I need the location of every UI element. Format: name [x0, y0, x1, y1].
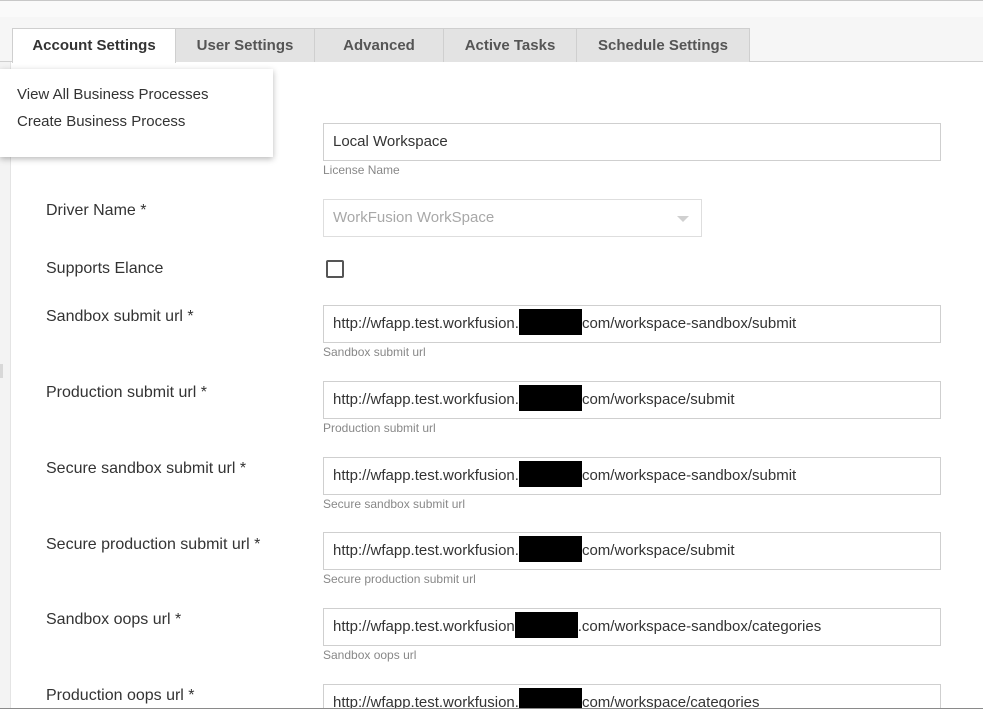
- chevron-down-icon: [677, 216, 689, 222]
- secure-sandbox-submit-url-input[interactable]: http://wfapp.test.workfusion. com/workspa…: [323, 457, 941, 495]
- top-gap: [0, 1, 983, 17]
- production-submit-url-prefix: http://wfapp.test.workfusion.: [333, 391, 519, 408]
- tab-schedule-settings[interactable]: Schedule Settings: [576, 28, 750, 62]
- license-name-input[interactable]: Local Workspace: [323, 123, 941, 161]
- tab-account-settings[interactable]: Account Settings: [12, 28, 176, 63]
- tab-active-tasks[interactable]: Active Tasks: [443, 28, 577, 62]
- secure-sandbox-submit-url-suffix: com/workspace-sandbox/submit: [581, 467, 797, 484]
- tab-advanced[interactable]: Advanced: [314, 28, 444, 62]
- driver-name-value: WorkFusion WorkSpace: [333, 209, 495, 226]
- supports-elance-label: Supports Elance: [46, 260, 164, 277]
- account-settings-form: Local Workspace License Name Driver Name…: [11, 62, 983, 708]
- redaction-block: [518, 688, 582, 708]
- production-submit-url-label: Production submit url *: [46, 384, 207, 401]
- license-name-helper: License Name: [323, 163, 400, 177]
- business-process-dropdown: View All Business Processes Create Busin…: [0, 69, 273, 157]
- secure-sandbox-submit-url-helper: Secure sandbox submit url: [323, 497, 466, 511]
- redaction-block: [518, 309, 582, 336]
- sandbox-oops-url-prefix: http://wfapp.test.workfusion: [333, 618, 515, 635]
- sandbox-submit-url-suffix: com/workspace-sandbox/submit: [581, 315, 797, 332]
- supports-elance-checkbox[interactable]: [326, 260, 344, 278]
- license-name-value: Local Workspace: [333, 133, 448, 150]
- production-oops-url-label: Production oops url *: [46, 687, 195, 704]
- redaction-block: [518, 385, 582, 412]
- tab-user-settings[interactable]: User Settings: [175, 28, 315, 62]
- sandbox-oops-url-label: Sandbox oops url *: [46, 611, 182, 628]
- production-oops-url-input[interactable]: http://wfapp.test.workfusion. com/workspa…: [323, 684, 941, 709]
- production-submit-url-input[interactable]: http://wfapp.test.workfusion. com/workspa…: [323, 381, 941, 419]
- production-oops-url-prefix: http://wfapp.test.workfusion.: [333, 694, 519, 709]
- driver-name-select[interactable]: WorkFusion WorkSpace: [323, 199, 702, 237]
- sandbox-submit-url-label: Sandbox submit url *: [46, 308, 194, 325]
- menu-item-create-business-process[interactable]: Create Business Process: [0, 108, 273, 147]
- secure-production-submit-url-helper: Secure production submit url: [323, 572, 476, 586]
- left-rail: [0, 62, 11, 708]
- secure-sandbox-submit-url-label: Secure sandbox submit url *: [46, 460, 247, 477]
- secure-production-submit-url-prefix: http://wfapp.test.workfusion.: [333, 542, 519, 559]
- secure-production-submit-url-label: Secure production submit url *: [46, 536, 261, 553]
- tabs: Account Settings User Settings Advanced …: [12, 28, 750, 63]
- scroll-hint: [0, 364, 3, 378]
- redaction-block: [518, 461, 582, 488]
- sandbox-oops-url-helper: Sandbox oops url: [323, 648, 417, 662]
- tab-bar: Account Settings User Settings Advanced …: [0, 17, 983, 63]
- production-oops-url-suffix: com/workspace/categories: [581, 694, 760, 709]
- menu-item-view-all-business-processes[interactable]: View All Business Processes: [0, 69, 273, 108]
- redaction-block: [514, 612, 578, 639]
- secure-sandbox-submit-url-prefix: http://wfapp.test.workfusion.: [333, 467, 519, 484]
- settings-window: Account Settings User Settings Advanced …: [0, 0, 983, 709]
- secure-production-submit-url-suffix: com/workspace/submit: [581, 542, 735, 559]
- production-submit-url-suffix: com/workspace/submit: [581, 391, 735, 408]
- driver-name-label: Driver Name *: [46, 202, 147, 219]
- sandbox-oops-url-input[interactable]: http://wfapp.test.workfusion .com/workspa…: [323, 608, 941, 646]
- sandbox-submit-url-prefix: http://wfapp.test.workfusion.: [333, 315, 519, 332]
- sandbox-submit-url-input[interactable]: http://wfapp.test.workfusion. com/workspa…: [323, 305, 941, 343]
- production-submit-url-helper: Production submit url: [323, 421, 436, 435]
- sandbox-submit-url-helper: Sandbox submit url: [323, 345, 426, 359]
- secure-production-submit-url-input[interactable]: http://wfapp.test.workfusion. com/workspa…: [323, 532, 941, 570]
- redaction-block: [518, 536, 582, 563]
- sandbox-oops-url-suffix: .com/workspace-sandbox/categories: [577, 618, 822, 635]
